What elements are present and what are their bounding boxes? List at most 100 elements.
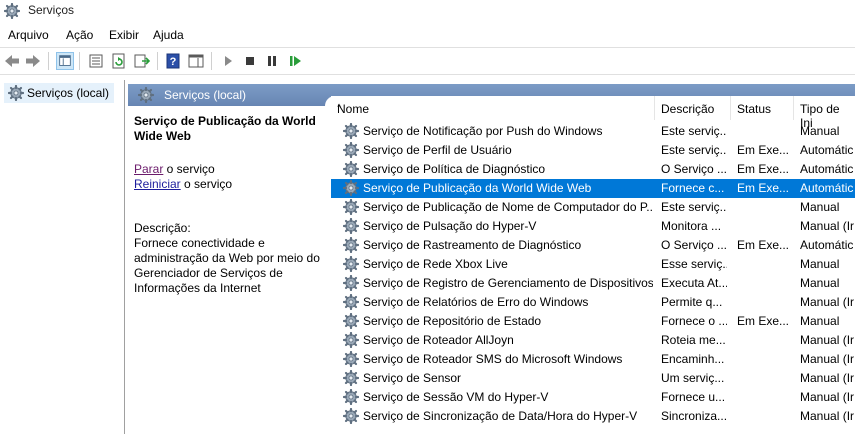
service-gear-icon: [343, 142, 359, 158]
service-gear-icon: [343, 408, 359, 424]
service-name: Serviço de Sessão VM do Hyper-V: [363, 390, 549, 404]
service-gear-icon: [343, 275, 359, 291]
resume-service-icon[interactable]: [286, 52, 304, 70]
service-gear-icon: [343, 332, 359, 348]
service-startup-type: Automátic: [800, 143, 854, 157]
service-name: Serviço de Política de Diagnóstico: [363, 162, 546, 176]
tree-node-services-local[interactable]: Serviços (local): [4, 83, 115, 103]
service-startup-type: Automátic: [800, 181, 854, 195]
forward-arrow-icon[interactable]: [24, 52, 42, 70]
service-status: Em Exe...: [737, 238, 789, 252]
service-name: Serviço de Repositório de Estado: [363, 314, 542, 328]
service-gear-icon: [343, 313, 359, 329]
console-tree: Serviços (local): [0, 80, 125, 434]
service-gear-icon: [343, 256, 359, 272]
service-description: Sincroniza...: [661, 409, 727, 423]
service-name: Serviço de Notificação por Push do Windo…: [363, 124, 603, 138]
service-gear-icon: [343, 370, 359, 386]
services-main-pane: Serviços (local) Serviço de Publicação d…: [128, 84, 855, 434]
service-row[interactable]: Serviço de Sincronização de Data/Hora do…: [331, 407, 855, 426]
service-description: Encaminh...: [661, 352, 725, 366]
pause-service-icon[interactable]: [263, 52, 281, 70]
service-startup-type: Manual: [800, 124, 840, 138]
service-name: Serviço de Sensor: [363, 371, 462, 385]
service-name: Serviço de Rede Xbox Live: [363, 257, 508, 271]
service-name: Serviço de Perfil de Usuário: [363, 143, 512, 157]
service-gear-icon: [343, 199, 359, 215]
help-icon[interactable]: ?: [164, 52, 182, 70]
column-header-description[interactable]: Descrição: [655, 96, 731, 120]
service-gear-icon: [343, 161, 359, 177]
service-status: Em Exe...: [737, 143, 789, 157]
refresh-icon[interactable]: [110, 52, 128, 70]
service-gear-icon: [343, 180, 359, 196]
export-list-icon[interactable]: [133, 52, 151, 70]
service-gear-icon: [343, 237, 359, 253]
restart-service-action: Reiniciar o serviço: [134, 177, 232, 191]
service-row[interactable]: Serviço de Notificação por Push do Windo…: [331, 122, 855, 141]
service-row[interactable]: Serviço de Publicação de Nome de Computa…: [331, 198, 855, 217]
tree-node-label: Serviços (local): [27, 86, 110, 100]
service-row[interactable]: Serviço de Roteador AllJoyn Roteia me... M…: [331, 331, 855, 350]
services-gear-icon: [4, 3, 20, 19]
toolbar-separator: [48, 52, 49, 70]
service-row[interactable]: Serviço de Pulsação do Hyper-V Monitora .…: [331, 217, 855, 236]
column-header-name[interactable]: ^ Nome: [331, 96, 655, 120]
stop-service-suffix: o serviço: [163, 162, 215, 176]
service-description: Fornece u...: [661, 390, 726, 404]
window-title: Serviços: [28, 3, 75, 17]
service-row[interactable]: Serviço de Política de Diagnóstico O Serv…: [331, 160, 855, 179]
menu-arquivo[interactable]: Arquivo: [8, 28, 49, 42]
service-name: Serviço de Roteador AllJoyn: [363, 333, 514, 347]
service-name: Serviço de Sincronização de Data/Hora do…: [363, 409, 638, 423]
service-row[interactable]: Serviço de Registro de Gerenciamento de …: [331, 274, 855, 293]
services-gear-icon: [8, 85, 24, 101]
start-service-icon[interactable]: [219, 52, 237, 70]
title-bar: Serviços: [0, 0, 855, 22]
service-startup-type: Manual (Ir: [800, 219, 855, 233]
service-description: Executa At...: [661, 276, 727, 290]
menu-ajuda[interactable]: Ajuda: [153, 28, 184, 42]
service-startup-type: Manual: [800, 200, 840, 214]
service-startup-type: Manual (Ir: [800, 371, 855, 385]
back-arrow-icon[interactable]: [3, 52, 21, 70]
service-row[interactable]: Serviço de Sensor Um serviç... Manual (Ir: [331, 369, 855, 388]
service-description: Esse serviç...: [661, 257, 727, 271]
service-gear-icon: [343, 351, 359, 367]
column-header-status[interactable]: Status: [731, 96, 794, 120]
stop-service-link[interactable]: Parar: [134, 162, 163, 176]
svg-text:?: ?: [170, 56, 177, 68]
service-row[interactable]: Serviço de Repositório de Estado Fornece …: [331, 312, 855, 331]
service-row[interactable]: Serviço de Sessão VM do Hyper-V Fornece u…: [331, 388, 855, 407]
stop-service-icon[interactable]: [241, 52, 259, 70]
service-row[interactable]: Serviço de Relatórios de Erro do Windows…: [331, 293, 855, 312]
restart-service-link[interactable]: Reiniciar: [134, 177, 181, 191]
properties-icon[interactable]: [87, 52, 105, 70]
service-startup-type: Automátic: [800, 238, 854, 252]
toolbar: ?: [0, 47, 855, 75]
service-description: Este serviç...: [661, 200, 727, 214]
service-startup-type: Manual (Ir: [800, 409, 855, 423]
service-row[interactable]: Serviço de Rede Xbox Live Esse serviç... M…: [331, 255, 855, 274]
service-row[interactable]: Serviço de Publicação da World Wide Web F…: [331, 179, 855, 198]
service-row[interactable]: Serviço de Perfil de Usuário Este serviç.…: [331, 141, 855, 160]
service-row[interactable]: Serviço de Rastreamento de Diagnóstico O …: [331, 236, 855, 255]
menu-exibir[interactable]: Exibir: [109, 28, 139, 42]
service-description: Este serviç...: [661, 143, 727, 157]
console-tree-icon[interactable]: [56, 52, 74, 70]
service-status: Em Exe...: [737, 162, 789, 176]
service-description: Um serviç...: [661, 371, 725, 385]
menu-bar: Arquivo Ação Exibir Ajuda: [0, 26, 855, 46]
show-hide-action-pane-icon[interactable]: [187, 52, 205, 70]
service-row[interactable]: Serviço de Roteador SMS do Microsoft Win…: [331, 350, 855, 369]
service-description: O Serviço ...: [661, 238, 727, 252]
service-name: Serviço de Rastreamento de Diagnóstico: [363, 238, 582, 252]
service-startup-type: Manual: [800, 276, 840, 290]
service-startup-type: Manual: [800, 314, 840, 328]
service-status: Em Exe...: [737, 181, 789, 195]
column-header-startup-type[interactable]: Tipo de Ini: [794, 96, 855, 130]
selected-service-title: Serviço de Publicação da World Wide Web: [134, 114, 316, 143]
menu-acao[interactable]: Ação: [66, 28, 93, 42]
toolbar-separator: [79, 52, 80, 70]
service-startup-type: Manual: [800, 257, 840, 271]
